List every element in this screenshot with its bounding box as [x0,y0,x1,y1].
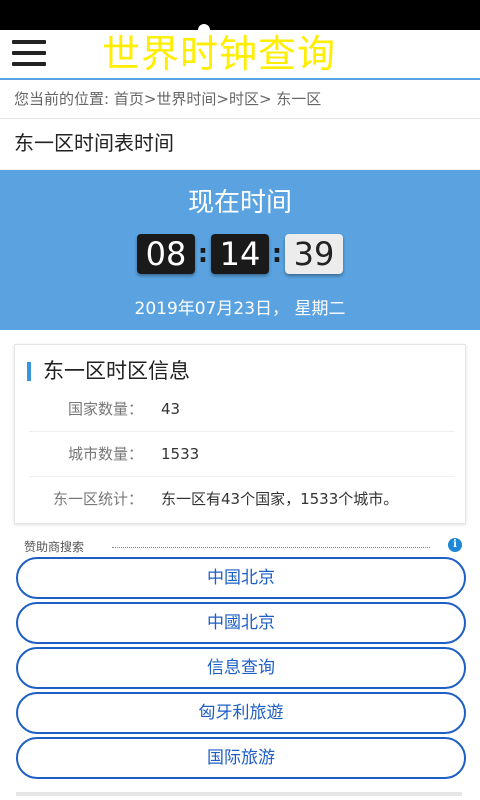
info-card-title: 东一区时区信息 [27,359,190,383]
clock-heading: 现在时间 [187,188,292,218]
app-title: 世界时钟查询 [102,32,337,76]
hamburger-icon-line [12,51,46,55]
footer-divider [16,792,462,796]
timezone-info-card: 东一区时区信息 国家数量： 43 城市数量： 1533 东一区统计： 东一区有4… [14,344,466,524]
clock-panel: 现在时间 08 : 14 : 39 2019年07月23日， 星期二 [0,170,480,330]
hamburger-icon [12,40,46,44]
sponsor-link-2[interactable]: 中國北京 [16,602,466,644]
info-row-label: 东一区统计： [52,490,143,508]
info-row-value: 1533 [161,445,200,463]
top-bar: 世界时钟查询 [0,30,480,80]
info-icon[interactable]: i [448,538,462,552]
clock-separator: : [197,239,209,269]
clock-minutes: 14 [211,234,269,274]
info-row-cities: 城市数量： 1533 [29,432,455,477]
sponsor-link-4[interactable]: 匈牙利旅遊 [16,692,466,734]
sponsor-header: 赞助商搜索 i [24,538,462,556]
clock-hours: 08 [137,234,195,274]
info-row-label: 城市数量： [67,445,143,463]
info-row-value: 东一区有43个国家，1533个城市。 [161,490,399,508]
status-bar [0,0,480,30]
sponsor-link-3[interactable]: 信息查询 [16,647,466,689]
info-title-text: 东一区时区信息 [43,359,190,383]
info-row-label: 国家数量： [67,400,143,418]
title-accent-bar [27,362,31,381]
clock-display: 08 : 14 : 39 [0,232,480,276]
info-row-value: 43 [161,400,181,418]
sponsor-link-1[interactable]: 中国北京 [16,557,466,599]
sponsor-link-5[interactable]: 国际旅游 [16,737,466,779]
info-row-summary: 东一区统计： 东一区有43个国家，1533个城市。 [29,477,455,521]
page-title: 东一区时间表时间 [0,119,480,170]
clock-date: 2019年07月23日， 星期二 [134,299,346,319]
sponsor-label: 赞助商搜索 [24,540,85,554]
menu-button[interactable] [12,40,46,70]
sponsor-divider [112,547,430,548]
info-row-countries: 国家数量： 43 [29,387,455,432]
clock-separator: : [271,239,283,269]
clock-seconds: 39 [285,234,343,274]
hamburger-icon-line [12,62,46,66]
breadcrumb-text: 您当前的位置: 首页>世界时间>时区> 东一区 [14,90,322,108]
breadcrumb: 您当前的位置: 首页>世界时间>时区> 东一区 [0,80,480,119]
